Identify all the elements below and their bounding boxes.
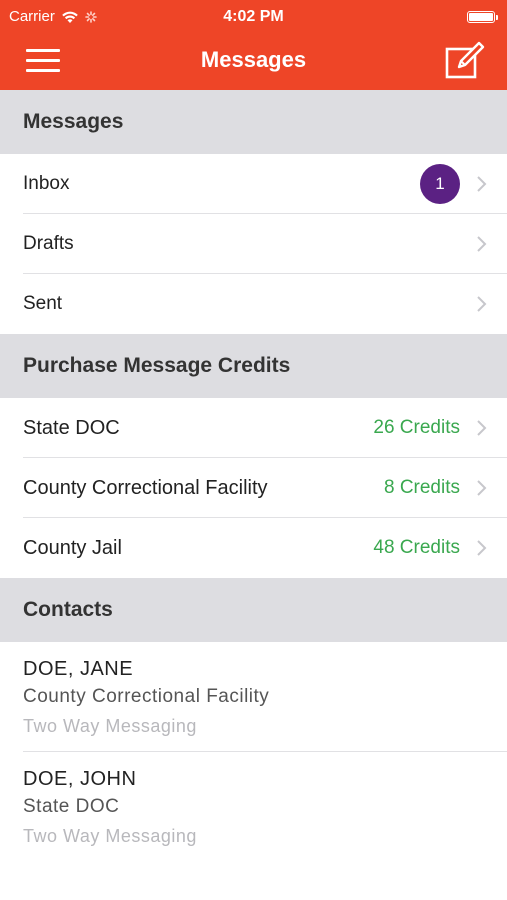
state-doc-credits-row[interactable]: State DOC 26 Credits [0, 398, 507, 458]
county-jail-credits-row[interactable]: County Jail 48 Credits [0, 518, 507, 578]
app-header: Carrier 4:02 PM Messages [0, 0, 507, 90]
credits-count: 48 Credits [373, 537, 460, 558]
navbar: Messages [0, 34, 507, 90]
facility-label: County Correctional Facility [23, 476, 268, 499]
chevron-right-icon [477, 420, 487, 436]
drafts-label: Drafts [23, 233, 74, 254]
purchase-section-header: Purchase Message Credits [0, 334, 507, 398]
credits-count: 8 Credits [383, 477, 460, 498]
sent-label: Sent [23, 293, 63, 314]
chevron-right-icon [477, 540, 487, 556]
contact-name: DOE, JOHN [23, 768, 137, 790]
contact-item[interactable]: DOE, JOHN State DOC Two Way Messaging [0, 752, 507, 862]
inbox-row[interactable]: Inbox 1 [0, 154, 507, 214]
messages-section-header: Messages [0, 90, 507, 154]
chevron-right-icon [477, 296, 487, 312]
drafts-row[interactable]: Drafts [0, 214, 507, 274]
facility-label: County Jail [23, 536, 122, 559]
sent-row[interactable]: Sent [0, 274, 507, 334]
contact-facility: County Correctional Facility [23, 686, 270, 707]
chevron-right-icon [477, 176, 487, 192]
unread-badge: 1 [420, 164, 460, 204]
compose-icon[interactable] [443, 39, 487, 83]
credits-count: 26 Credits [373, 417, 460, 438]
contacts-section-header: Contacts [0, 578, 507, 642]
battery-icon [467, 11, 498, 23]
inbox-label: Inbox [23, 173, 70, 194]
contact-item[interactable]: DOE, JANE County Correctional Facility T… [0, 642, 507, 752]
chevron-right-icon [477, 236, 487, 252]
county-correctional-credits-row[interactable]: County Correctional Facility 8 Credits [0, 458, 507, 518]
status-time: 4:02 PM [223, 8, 284, 25]
contact-facility: State DOC [23, 796, 120, 817]
contact-messaging-type: Two Way Messaging [23, 826, 197, 846]
contact-messaging-type: Two Way Messaging [23, 716, 197, 736]
facility-label: State DOC [23, 416, 120, 439]
status-bar: Carrier 4:02 PM [0, 0, 507, 34]
contact-name: DOE, JANE [23, 658, 134, 680]
chevron-right-icon [477, 480, 487, 496]
page-title: Messages [200, 47, 307, 72]
